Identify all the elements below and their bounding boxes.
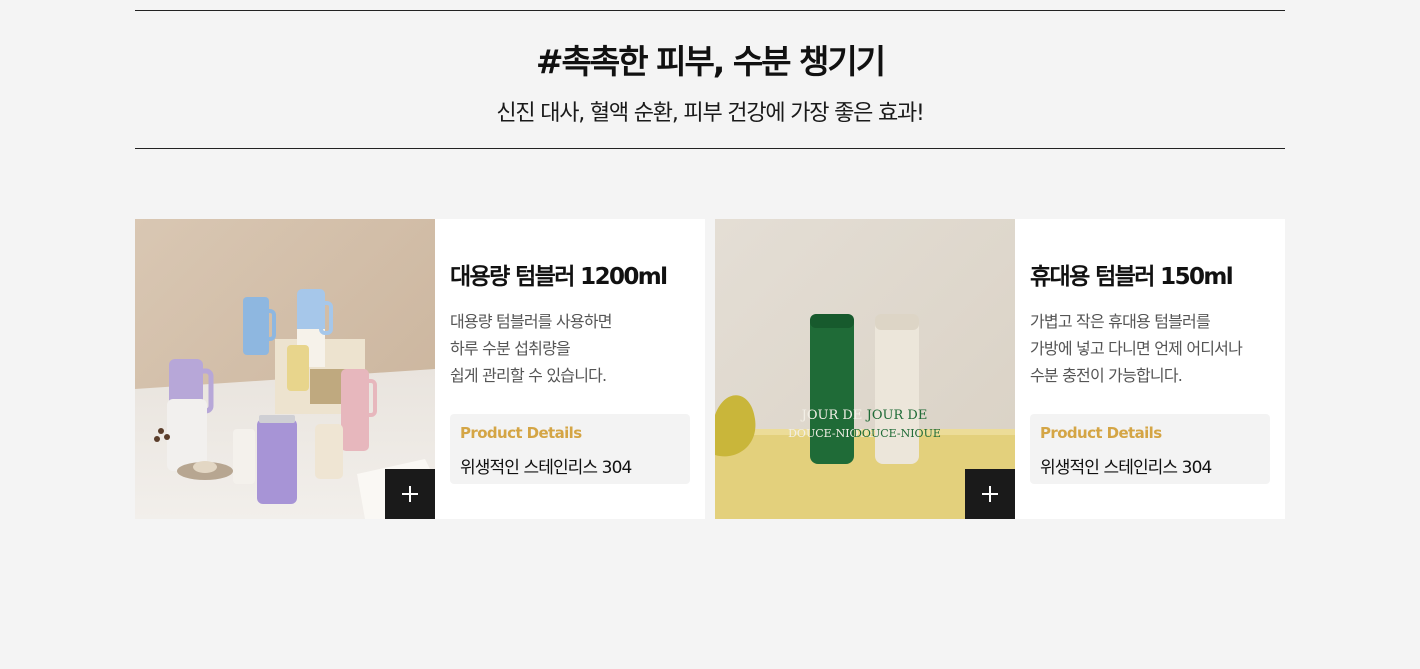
product-description: 가볍고 작은 휴대용 텀블러를 가방에 넣고 다니면 언제 어디서나 수분 충전… xyxy=(1030,308,1270,389)
product-details-value: 위생적인 스테인리스 304 xyxy=(460,458,632,478)
product-card-portable-tumbler: JOUR DE DOUCE-NIOUE JOUR DE DOUCE-NIOUE … xyxy=(715,219,1285,519)
description-line: 하루 수분 섭취량을 xyxy=(450,339,571,358)
section-subtitle: 신진 대사, 혈액 순환, 피부 건강에 가장 좋은 효과! xyxy=(496,101,925,126)
product-card-large-tumbler: 대용량 텀블러 1200ml 대용량 텀블러를 사용하면 하루 수분 섭취량을 … xyxy=(135,219,705,519)
section-header: #촉촉한 피부, 수분 챙기기 신진 대사, 혈액 순환, 피부 건강에 가장 … xyxy=(135,10,1285,149)
product-title: 대용량 텀블러 1200ml xyxy=(450,264,668,290)
svg-text:DOUCE-NIOUE: DOUCE-NIOUE xyxy=(853,427,941,440)
description-line: 대용량 텀블러를 사용하면 xyxy=(450,312,613,331)
expand-button[interactable] xyxy=(965,469,1015,519)
product-details-value: 위생적인 스테인리스 304 xyxy=(1040,458,1212,478)
product-details-box: Product Details 위생적인 스테인리스 304 xyxy=(1030,414,1270,484)
product-details-box: Product Details 위생적인 스테인리스 304 xyxy=(450,414,690,484)
product-image-portable-tumbler[interactable]: JOUR DE DOUCE-NIOUE JOUR DE DOUCE-NIOUE xyxy=(715,219,1015,519)
description-line: 쉽게 관리할 수 있습니다. xyxy=(450,366,607,385)
description-line: 가볍고 작은 휴대용 텀블러를 xyxy=(1030,312,1211,331)
svg-text:JOUR DE: JOUR DE xyxy=(800,408,863,423)
product-details-label: Product Details xyxy=(1040,424,1162,442)
expand-button[interactable] xyxy=(385,469,435,519)
description-line: 가방에 넣고 다니면 언제 어디서나 xyxy=(1030,339,1243,358)
product-info: 휴대용 텀블러 150ml 가볍고 작은 휴대용 텀블러를 가방에 넣고 다니면… xyxy=(1030,219,1270,519)
svg-text:JOUR DE: JOUR DE xyxy=(865,408,928,423)
product-description: 대용량 텀블러를 사용하면 하루 수분 섭취량을 쉽게 관리할 수 있습니다. xyxy=(450,308,690,389)
product-image-large-tumbler[interactable] xyxy=(135,219,435,519)
product-info: 대용량 텀블러 1200ml 대용량 텀블러를 사용하면 하루 수분 섭취량을 … xyxy=(450,219,690,519)
description-line: 수분 충전이 가능합니다. xyxy=(1030,366,1183,385)
product-details-label: Product Details xyxy=(460,424,582,442)
product-title: 휴대용 텀블러 150ml xyxy=(1030,264,1234,290)
section-title: #촉촉한 피부, 수분 챙기기 xyxy=(535,42,886,81)
